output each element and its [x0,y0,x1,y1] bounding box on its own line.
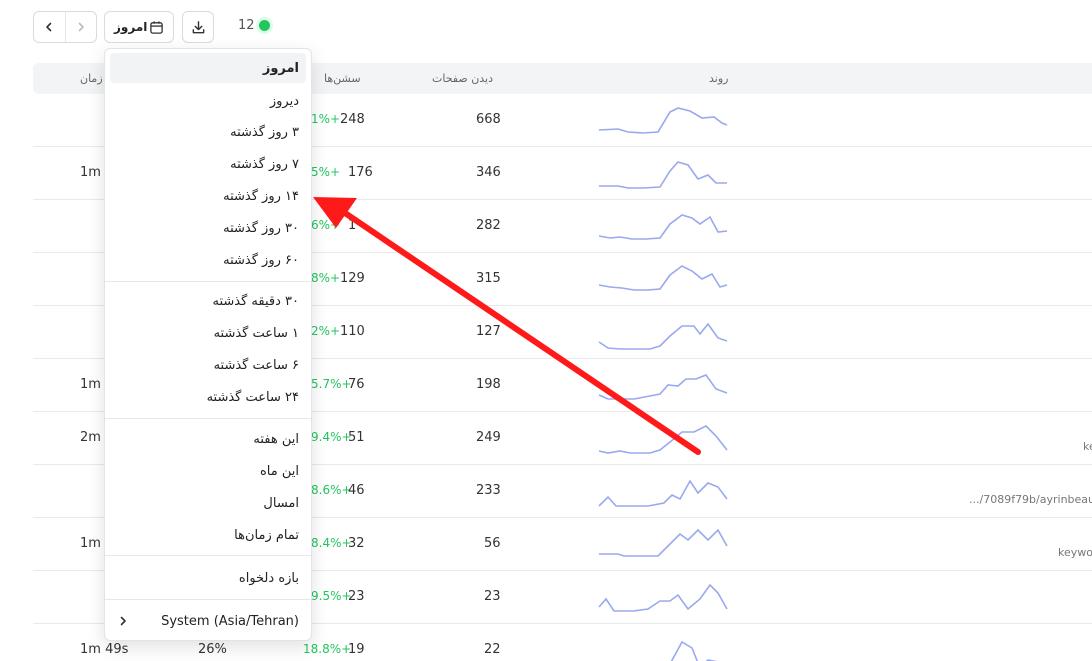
menu-item-all-time[interactable]: تمام زمان‌ها [110,520,306,550]
pageviews-cell: 315 [476,271,501,286]
sessions-cell: 32 [348,536,365,551]
pageviews-cell: 127 [476,324,501,339]
sessions-cell: 176 [348,165,373,180]
sessions-cell: 46 [348,483,365,498]
timezone-label: System (Asia/Tehran) [161,613,299,629]
trend-column-header[interactable]: روند [709,72,728,85]
trend-sparkline [598,479,728,507]
pageviews-cell: 23 [484,589,501,604]
menu-item-this-week[interactable]: این هفته [110,424,306,454]
date-range-button[interactable]: امروز [104,11,174,43]
menu-item-custom-range[interactable]: بازه دلخواه [110,563,306,593]
pageviews-cell: 56 [484,536,501,551]
download-button[interactable] [182,11,214,43]
path-cell[interactable]: .../7089f79b/ayrinbeaut [969,493,1092,506]
trend-sparkline [598,425,728,454]
menu-item-last-60-days[interactable]: ۶۰ روز گذشته [110,245,306,275]
growth-cell: 9.4%+ [311,430,352,444]
trend-sparkline [670,640,718,661]
growth-cell: 5%+ [311,165,341,179]
pageviews-cell: 249 [476,430,501,445]
trend-sparkline [598,322,728,350]
menu-divider [105,418,311,419]
menu-item-today[interactable]: امروز [110,53,306,83]
sessions-cell: 51 [348,430,365,445]
growth-cell: 1%+ [311,112,341,126]
trend-sparkline [598,374,728,400]
next-period-button[interactable] [64,12,97,42]
menu-item-last-30-days[interactable]: ۳۰ روز گذشته [110,213,306,243]
path-cell[interactable]: keywo [1058,546,1092,559]
sessions-cell: 76 [348,377,365,392]
calendar-icon [150,20,163,34]
path-cell[interactable]: ke [1083,440,1092,453]
trend-sparkline [599,528,728,557]
trend-sparkline [598,214,728,240]
menu-divider [105,555,311,556]
chevron-left-icon [120,616,126,626]
menu-item-last-24-hours[interactable]: ۲۴ ساعت گذشته [110,382,306,412]
time-cell: 2m [80,430,101,445]
growth-cell: 8%+ [311,271,341,285]
live-visitors: 12 [238,18,270,33]
growth-cell: 18.8%+ [303,642,352,656]
date-nav-group [33,11,97,43]
sessions-cell: 110 [340,324,365,339]
time-cell: 1m [80,536,101,551]
pageviews-cell: 198 [476,377,501,392]
menu-divider [105,281,311,282]
live-visitor-count: 12 [238,18,255,33]
pageviews-column-header[interactable]: دیدن صفحات [432,72,493,85]
menu-item-last-3-days[interactable]: ۳ روز گذشته [110,117,306,147]
chevron-left-icon [46,22,52,32]
menu-item-this-month[interactable]: این ماه [110,456,306,486]
sessions-cell: 19 [348,642,365,657]
pageviews-cell: 668 [476,112,501,127]
time-cell: 1m 49s [80,642,129,657]
growth-cell: 9.5%+ [311,589,352,603]
trend-sparkline [598,583,728,612]
growth-cell: 8.4%+ [311,536,352,550]
prev-period-button[interactable] [34,12,65,42]
time-column-header[interactable]: زمان [80,72,103,85]
pageviews-cell: 282 [476,218,501,233]
menu-item-last-1-hour[interactable]: ۱ ساعت گذشته [110,318,306,348]
pageviews-cell: 233 [476,483,501,498]
growth-cell: 5.7%+ [311,377,352,391]
menu-item-last-14-days[interactable]: ۱۴ روز گذشته [110,181,306,211]
growth-cell: 6%+ [311,218,341,232]
sessions-cell: 1 [348,218,357,233]
pageviews-cell: 22 [484,642,501,657]
menu-divider [105,599,311,600]
trend-sparkline [599,161,727,189]
live-status-dot [258,20,270,31]
menu-item-last-7-days[interactable]: ۷ روز گذشته [110,149,306,179]
sessions-cell: 23 [348,589,365,604]
pageviews-cell: 346 [476,165,501,180]
growth-cell: 2%+ [311,324,341,338]
date-range-label: امروز [114,20,148,34]
trend-sparkline [598,107,728,134]
time-cell: 1m [80,377,101,392]
sessions-cell: 248 [340,112,365,127]
download-icon [192,20,204,33]
menu-item-last-30-minutes[interactable]: ۳۰ دقیقه گذشته [110,286,306,316]
chevron-right-icon [78,22,84,32]
timezone-selector[interactable]: System (Asia/Tehran) [110,606,306,636]
trend-sparkline [598,265,728,291]
growth-cell: 8.6%+ [311,483,352,497]
sessions-cell: 129 [340,271,365,286]
bounce-rate-cell: 26% [198,642,227,657]
menu-item-this-year[interactable]: امسال [110,488,306,518]
menu-item-last-6-hours[interactable]: ۶ ساعت گذشته [110,350,306,380]
menu-item-yesterday[interactable]: دیروز [110,86,306,116]
time-cell: 1m [80,165,101,180]
date-range-menu: امروز دیروز ۳ روز گذشته ۷ روز گذشته ۱۴ ر… [104,48,312,641]
sessions-column-header[interactable]: سشن‌ها [324,72,361,85]
